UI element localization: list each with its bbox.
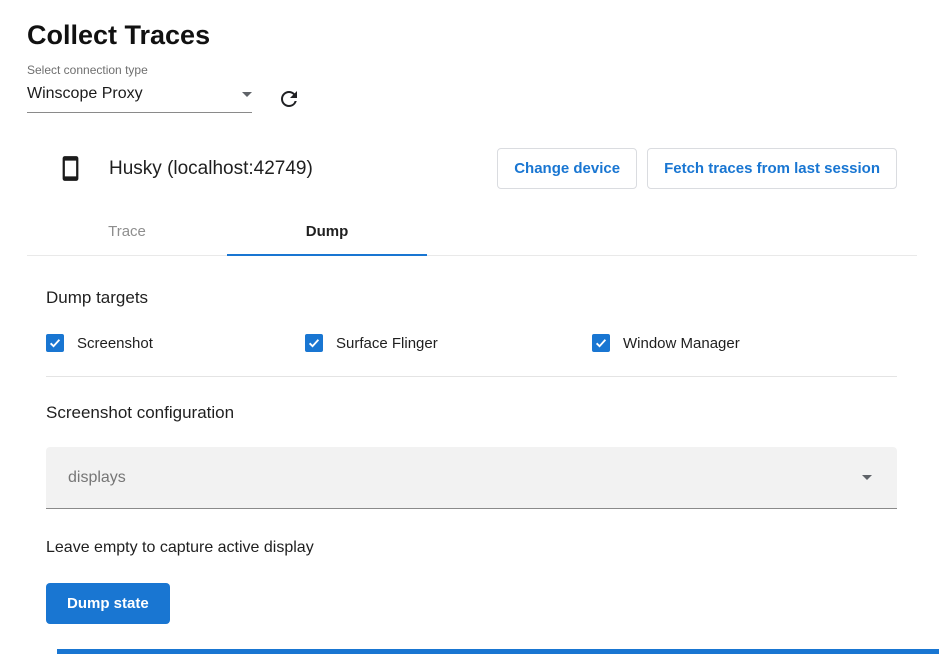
- connection-selected-value: Winscope Proxy: [27, 85, 143, 103]
- connection-type-label: Select connection type: [27, 63, 939, 77]
- checkbox-icon: [305, 334, 323, 352]
- checkbox-label: Surface Flinger: [336, 335, 438, 352]
- display-hint-text: Leave empty to capture active display: [46, 539, 897, 557]
- refresh-button[interactable]: [274, 84, 304, 114]
- bottom-accent-bar: [57, 649, 939, 654]
- displays-select[interactable]: displays: [46, 447, 897, 509]
- tab-dump-label: Dump: [306, 223, 349, 240]
- tab-trace[interactable]: Trace: [27, 207, 227, 255]
- checkbox-screenshot[interactable]: Screenshot: [46, 334, 305, 352]
- change-device-button[interactable]: Change device: [497, 148, 637, 189]
- chevron-down-icon: [862, 475, 872, 480]
- checkbox-icon: [46, 334, 64, 352]
- page-title: Collect Traces: [27, 20, 939, 51]
- dump-targets-heading: Dump targets: [46, 288, 897, 308]
- device-name: Husky (localhost:42749): [109, 158, 313, 180]
- checkbox-surface-flinger[interactable]: Surface Flinger: [305, 334, 592, 352]
- section-divider: [46, 376, 897, 377]
- checkbox-icon: [592, 334, 610, 352]
- connection-section: Select connection type Winscope Proxy: [27, 63, 939, 114]
- checkbox-label: Screenshot: [77, 335, 153, 352]
- checkbox-label: Window Manager: [623, 335, 740, 352]
- tab-trace-label: Trace: [108, 223, 146, 240]
- tab-bar: Trace Dump: [27, 207, 917, 256]
- device-row: Husky (localhost:42749) Change device Fe…: [57, 148, 897, 189]
- chevron-down-icon: [242, 92, 252, 97]
- refresh-icon: [277, 87, 301, 111]
- displays-select-value: displays: [68, 469, 126, 487]
- dump-targets-options: Screenshot Surface Flinger Window Manage…: [46, 334, 897, 352]
- collect-traces-page: Collect Traces Select connection type Wi…: [0, 0, 939, 654]
- dump-state-button[interactable]: Dump state: [46, 583, 170, 624]
- fetch-traces-button[interactable]: Fetch traces from last session: [647, 148, 897, 189]
- screenshot-config-heading: Screenshot configuration: [46, 403, 897, 423]
- dump-tab-content: Dump targets Screenshot Surface Flinger …: [46, 288, 897, 624]
- connection-type-select[interactable]: Winscope Proxy: [27, 85, 252, 113]
- tab-dump[interactable]: Dump: [227, 207, 427, 255]
- checkbox-window-manager[interactable]: Window Manager: [592, 334, 740, 352]
- smartphone-icon: [57, 155, 84, 182]
